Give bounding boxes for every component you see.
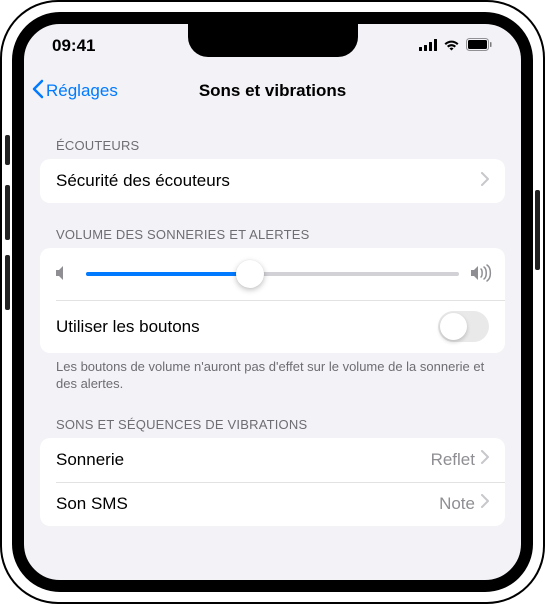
row-label: Sécurité des écouteurs <box>56 171 481 191</box>
slider-fill <box>86 272 250 276</box>
volume-low-icon <box>54 264 76 284</box>
group-volume: Utiliser les boutons <box>40 248 505 353</box>
physical-volume-down <box>5 255 10 310</box>
battery-icon <box>466 36 493 56</box>
row-ringer-volume <box>40 248 505 300</box>
device-frame: 09:41 Réglages Sons et vibr <box>0 0 545 604</box>
back-button[interactable]: Réglages <box>32 79 118 104</box>
row-change-with-buttons: Utiliser les boutons <box>40 300 505 353</box>
navigation-bar: Réglages Sons et vibrations <box>24 68 521 114</box>
slider-thumb[interactable] <box>236 260 264 288</box>
row-label: Son SMS <box>56 494 439 514</box>
row-headphone-safety[interactable]: Sécurité des écouteurs <box>40 159 505 203</box>
chevron-right-icon <box>481 494 489 513</box>
row-value: Reflet <box>431 450 475 470</box>
status-time: 09:41 <box>52 36 95 56</box>
row-label: Sonnerie <box>56 450 431 470</box>
row-ringtone[interactable]: Sonnerie Reflet <box>40 438 505 482</box>
screen: 09:41 Réglages Sons et vibr <box>12 12 533 592</box>
section-footer-volume: Les boutons de volume n'auront pas d'eff… <box>40 353 505 393</box>
chevron-right-icon <box>481 172 489 191</box>
chevron-left-icon <box>32 79 44 104</box>
change-with-buttons-toggle[interactable] <box>438 311 489 342</box>
row-label: Utiliser les boutons <box>56 317 438 337</box>
row-text-tone[interactable]: Son SMS Note <box>40 482 505 526</box>
wifi-icon <box>443 36 460 56</box>
chevron-right-icon <box>481 450 489 469</box>
volume-high-icon <box>469 264 491 284</box>
volume-slider[interactable] <box>86 272 459 276</box>
physical-power-button <box>535 190 540 270</box>
section-header-volume: VOLUME DES SONNERIES ET ALERTES <box>40 203 505 248</box>
group-sounds: Sonnerie Reflet Son SMS Note <box>40 438 505 526</box>
notch <box>188 23 358 57</box>
section-header-sounds: SONS ET SÉQUENCES DE VIBRATIONS <box>40 393 505 438</box>
toggle-knob <box>440 313 467 340</box>
row-value: Note <box>439 494 475 514</box>
section-header-headphones: ÉCOUTEURS <box>40 114 505 159</box>
physical-silent-switch <box>5 135 10 165</box>
cellular-icon <box>419 36 437 56</box>
settings-content[interactable]: ÉCOUTEURS Sécurité des écouteurs VOLUME … <box>24 114 521 526</box>
back-label: Réglages <box>46 81 118 101</box>
page-title: Sons et vibrations <box>199 81 346 101</box>
physical-volume-up <box>5 185 10 240</box>
group-headphones: Sécurité des écouteurs <box>40 159 505 203</box>
